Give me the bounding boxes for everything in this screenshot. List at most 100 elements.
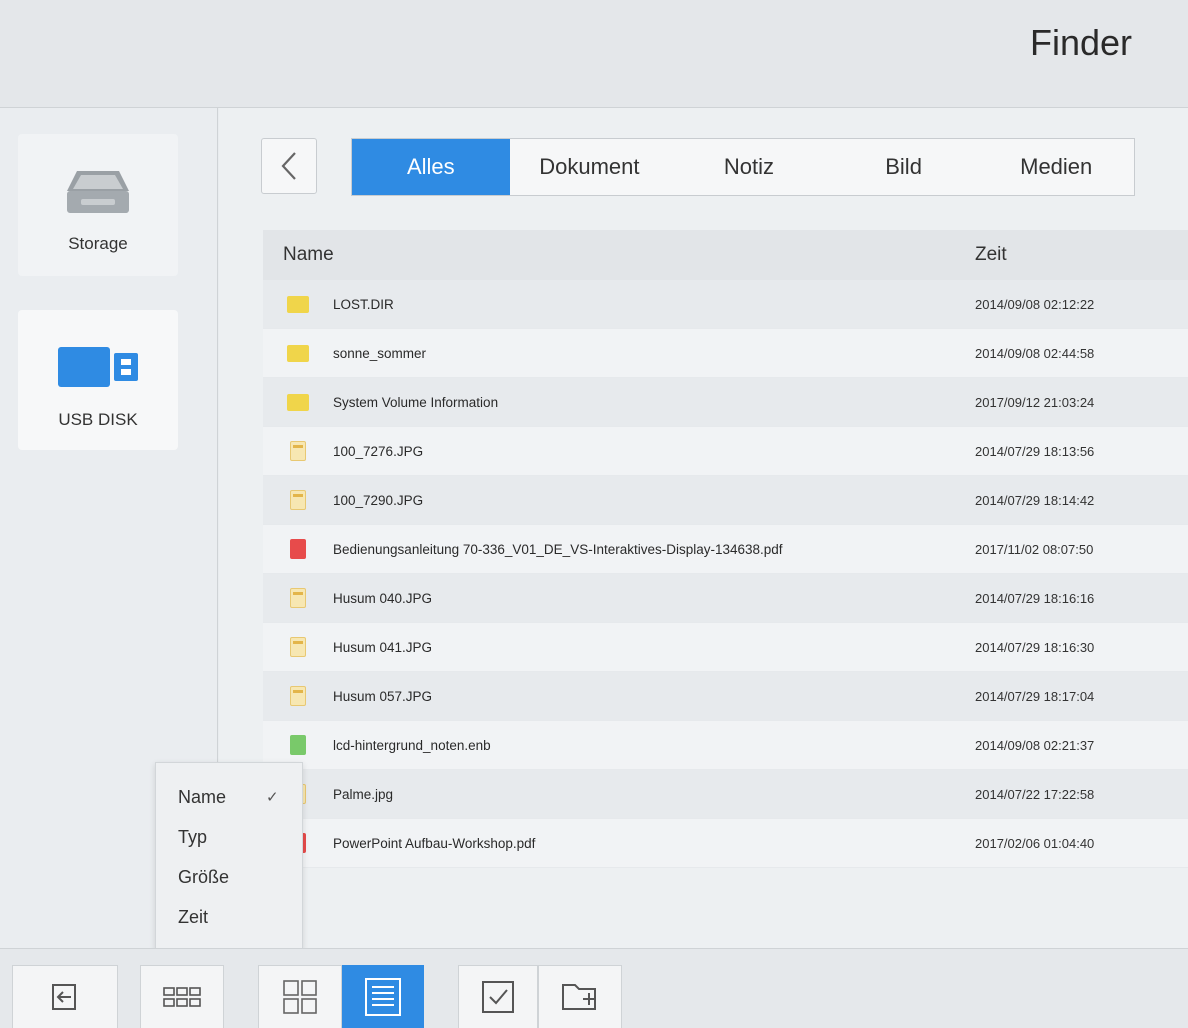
app-title: Finder: [1029, 22, 1132, 63]
file-time: 2017/09/12 21:03:24: [975, 394, 1095, 410]
tab-notiz[interactable]: Notiz: [669, 139, 829, 195]
table-row[interactable]: sonne_sommer 2014/09/08 02:44:58: [263, 329, 1188, 378]
file-icon-cell: [263, 735, 333, 755]
column-header-name[interactable]: Name: [263, 244, 975, 266]
sidebar-item-usb-disk[interactable]: USB DISK: [18, 310, 178, 450]
file-name: Husum 041.JPG: [333, 639, 433, 655]
sort-option-name[interactable]: Name ✓: [156, 777, 302, 817]
file-time: 2014/09/08 02:21:37: [975, 737, 1095, 753]
folder-icon: [287, 344, 309, 362]
file-icon-cell: [263, 344, 333, 362]
checkbox-icon: [482, 981, 514, 1013]
file-name: Husum 057.JPG: [333, 688, 433, 704]
file-name: LOST.DIR: [333, 296, 394, 312]
file-name: sonne_sommer: [333, 345, 427, 361]
table-row[interactable]: 100_7276.JPG 2014/07/29 18:13:56: [263, 427, 1188, 476]
file-name: Husum 040.JPG: [333, 590, 433, 606]
list-view-button[interactable]: [342, 965, 424, 1028]
sort-option-label: Größe: [178, 866, 230, 887]
sort-option-label: Typ: [178, 826, 208, 847]
image-file-icon: [290, 686, 306, 706]
file-browser: Alles Dokument Notiz Bild Medien Name Ze…: [219, 108, 1188, 948]
file-name: lcd-hintergrund_noten.enb: [333, 737, 491, 753]
sort-option-label: Zeit: [178, 906, 209, 927]
folder-icon: [287, 393, 309, 411]
sort-button[interactable]: [140, 965, 224, 1028]
table-row[interactable]: Palme.jpg 2014/07/22 17:22:58: [263, 770, 1188, 819]
file-icon-cell: [263, 637, 333, 657]
grid-view-icon: [283, 980, 317, 1014]
file-icon-cell: [263, 588, 333, 608]
file-name: System Volume Information: [333, 394, 499, 410]
select-button[interactable]: [458, 965, 538, 1028]
table-header: Name Zeit: [263, 230, 1188, 280]
folder-icon: [287, 295, 309, 313]
table-row[interactable]: Husum 057.JPG 2014/07/29 18:17:04: [263, 672, 1188, 721]
file-time: 2014/07/29 18:17:04: [975, 688, 1095, 704]
pdf-file-icon: [290, 539, 306, 559]
file-icon-cell: [263, 490, 333, 510]
file-icon-cell: [263, 295, 333, 313]
file-time: 2017/11/02 08:07:50: [975, 541, 1094, 557]
tab-dokument[interactable]: Dokument: [510, 139, 670, 195]
image-file-icon: [290, 490, 306, 510]
checkmark-icon: ✓: [266, 789, 279, 806]
sort-grid-icon: [163, 987, 201, 1007]
image-file-icon: [290, 588, 306, 608]
file-time: 2014/09/08 02:44:58: [975, 345, 1095, 361]
file-table: Name Zeit LOST.DIR 2014/09/08 02:12:22 son…: [263, 230, 1188, 868]
bottom-toolbar: [0, 948, 1188, 1028]
file-name: 100_7290.JPG: [333, 492, 424, 508]
file-icon-cell: [263, 539, 333, 559]
table-row[interactable]: 100_7290.JPG 2014/07/29 18:14:42: [263, 476, 1188, 525]
grid-view-button[interactable]: [258, 965, 342, 1028]
file-name: 100_7276.JPG: [333, 443, 424, 459]
table-row[interactable]: Husum 040.JPG 2014/07/29 18:16:16: [263, 574, 1188, 623]
file-time: 2014/07/29 18:13:56: [975, 443, 1095, 459]
back-button[interactable]: [261, 138, 317, 194]
column-header-time[interactable]: Zeit: [975, 244, 1188, 266]
table-row[interactable]: LOST.DIR 2014/09/08 02:12:22: [263, 280, 1188, 329]
sidebar-item-label: USB DISK: [58, 410, 138, 429]
table-row[interactable]: Bedienungsanleitung 70-336_V01_DE_VS-Int…: [263, 525, 1188, 574]
file-time: 2014/07/22 17:22:58: [975, 786, 1095, 802]
chevron-left-icon: [281, 152, 296, 180]
file-name: PowerPoint Aufbau-Workshop.pdf: [333, 835, 536, 851]
list-view-icon: [365, 978, 401, 1016]
drive-icon: [63, 164, 133, 218]
enb-file-icon: [290, 735, 306, 755]
file-time: 2014/07/29 18:16:16: [975, 590, 1095, 606]
tab-alles[interactable]: Alles: [352, 139, 510, 195]
file-time: 2017/02/06 01:04:40: [975, 835, 1095, 851]
title-bar: Finder: [0, 0, 1188, 108]
exit-button[interactable]: [12, 965, 118, 1028]
file-time: 2014/09/08 02:12:22: [975, 296, 1095, 312]
image-file-icon: [290, 637, 306, 657]
new-folder-icon: [562, 984, 596, 1010]
exit-icon: [52, 984, 76, 1010]
file-time: 2014/07/29 18:16:30: [975, 639, 1095, 655]
file-icon-cell: [263, 393, 333, 411]
sidebar-item-label: Storage: [68, 234, 128, 253]
image-file-icon: [290, 441, 306, 461]
file-list: LOST.DIR 2014/09/08 02:12:22 sonne_sommer 2…: [263, 280, 1188, 868]
tab-medien[interactable]: Medien: [978, 139, 1134, 195]
table-row[interactable]: System Volume Information 2017/09/12 21:0…: [263, 378, 1188, 427]
table-row[interactable]: lcd-hintergrund_noten.enb 2014/09/08 02:2…: [263, 721, 1188, 770]
tab-bild[interactable]: Bild: [829, 139, 979, 195]
sidebar-item-storage[interactable]: Storage: [18, 134, 178, 276]
file-time: 2014/07/29 18:14:42: [975, 492, 1095, 508]
table-row[interactable]: PowerPoint Aufbau-Workshop.pdf 2017/02/06…: [263, 819, 1188, 868]
sort-option-time[interactable]: Zeit: [156, 897, 302, 937]
file-name: Palme.jpg: [333, 786, 394, 802]
sort-menu: Name ✓ Typ Größe Zeit: [155, 762, 303, 950]
file-icon-cell: [263, 441, 333, 461]
category-tabs: Alles Dokument Notiz Bild Medien: [351, 138, 1135, 196]
sort-option-size[interactable]: Größe: [156, 857, 302, 897]
file-icon-cell: [263, 686, 333, 706]
file-name: Bedienungsanleitung 70-336_V01_DE_VS-Int…: [333, 541, 783, 557]
table-row[interactable]: Husum 041.JPG 2014/07/29 18:16:30: [263, 623, 1188, 672]
sort-option-type[interactable]: Typ: [156, 817, 302, 857]
new-folder-button[interactable]: [538, 965, 622, 1028]
usb-icon: [56, 340, 140, 394]
